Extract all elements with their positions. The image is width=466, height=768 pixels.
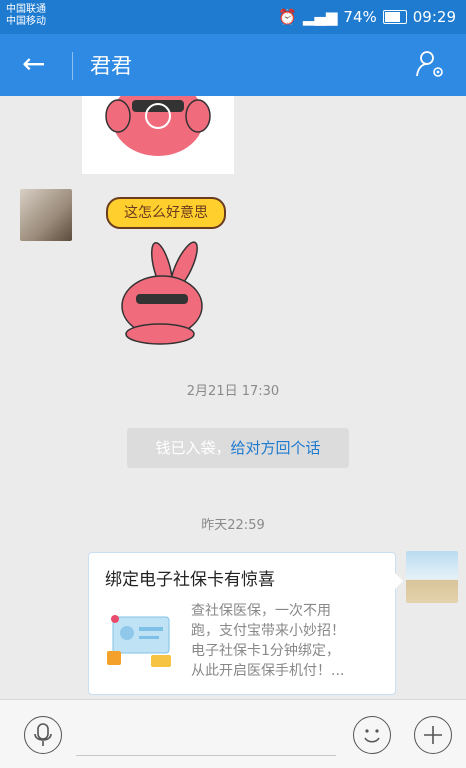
microphone-icon[interactable] [24,716,62,754]
sticker-caption: 这怎么好意思 [106,197,226,229]
chat-area[interactable]: 这怎么好意思 2月21日 17:30 钱已入袋，给对方回个话 昨天22:59 绑… [0,96,466,699]
social-security-card-icon [107,615,171,667]
card-desc-line: 电子社保卡1分钟绑定， [191,643,340,659]
battery-icon [382,10,407,24]
input-bar [0,699,466,768]
rabbit-sticker-icon [105,96,211,156]
my-avatar[interactable] [406,551,458,603]
chat-title: 君君 [90,54,132,78]
status-right: ⏰ ▂▄▆ 74% 09:29 [278,8,456,26]
carrier-labels: 中国联通 中国移动 [6,4,46,28]
carrier-1: 中国联通 [6,4,46,15]
card-desc-line: 查社保医保，一次不用 [191,603,331,619]
arrow-left-icon[interactable]: ← [22,46,45,82]
contact-avatar[interactable] [20,189,72,241]
notice-text: 钱已入袋， [155,439,231,457]
message-input[interactable] [76,755,336,756]
status-bar: 中国联通 中国移动 ⏰ ▂▄▆ 74% 09:29 [0,0,466,34]
smiley-icon[interactable] [353,716,391,754]
signal-icon: ▂▄▆ [302,8,338,26]
reply-link[interactable]: 给对方回个话 [231,439,321,457]
system-notice: 钱已入袋，给对方回个话 [127,428,349,468]
clock: 09:29 [412,8,456,26]
card-desc-line: 从此开启医保手机付！... [191,663,345,679]
card-title: 绑定电子社保卡有惊喜 [105,570,275,590]
header-divider [72,52,73,80]
timestamp: 昨天22:59 [201,518,265,533]
timestamp: 2月21日 17:30 [186,384,280,399]
card-desc-line: 跑，支付宝带来小妙招！ [191,623,345,639]
battery-percent: 74% [343,8,377,26]
user-settings-icon[interactable] [414,48,446,80]
plus-icon[interactable] [414,716,452,754]
sticker-message-1[interactable] [82,96,234,174]
card-description: 查社保医保，一次不用 跑，支付宝带来小妙招！ 电子社保卡1分钟绑定， 从此开启医… [191,601,381,681]
header: ← 君君 [0,34,466,96]
social-security-card-message[interactable]: 绑定电子社保卡有惊喜 查社保医保，一次不用 跑，支付宝带来小妙招！ 电子社保卡1… [88,552,403,695]
alarm-icon: ⏰ [278,8,297,26]
carrier-2: 中国移动 [6,16,46,27]
